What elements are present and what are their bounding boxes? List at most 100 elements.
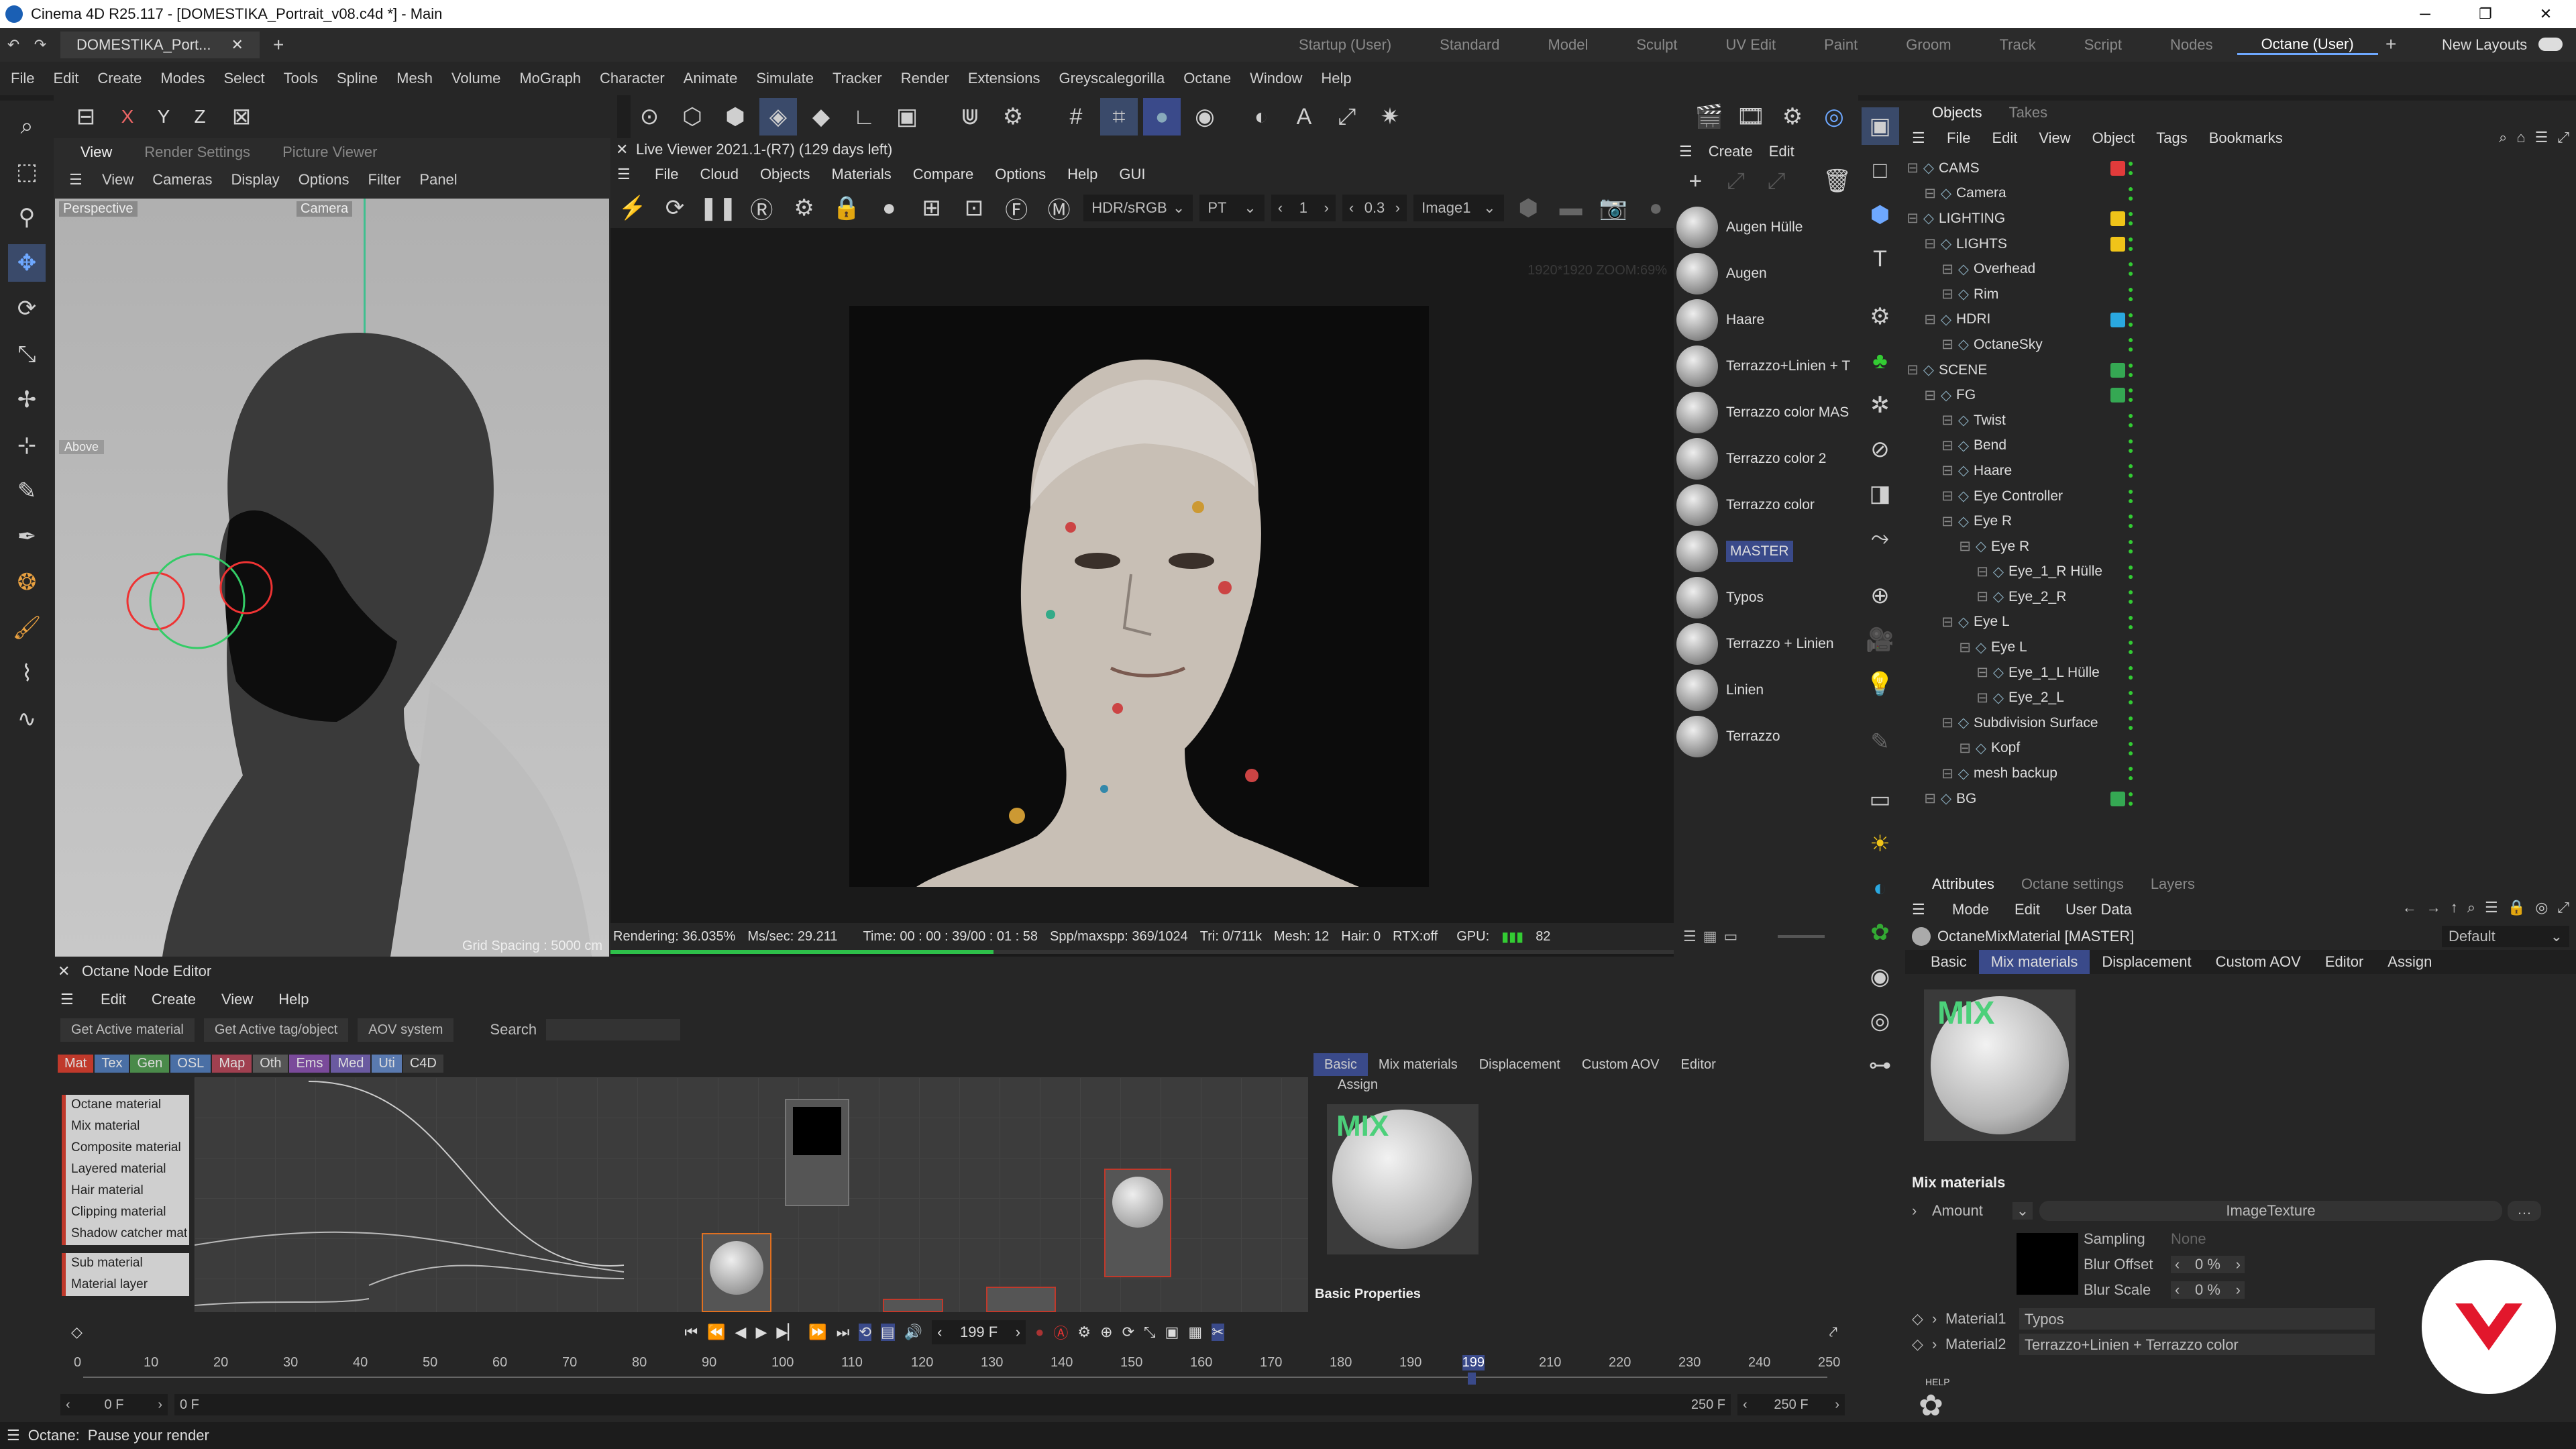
more-button[interactable]: … [2508, 1201, 2541, 1221]
visibility-dots[interactable]: ● ● [2128, 360, 2133, 379]
send-scene-icon[interactable]: ⚡ [614, 189, 650, 227]
visibility-dots[interactable]: ● ● [2128, 461, 2133, 480]
menu-extensions[interactable]: Extensions [959, 70, 1050, 87]
grid-snap-icon[interactable]: # [1057, 98, 1095, 136]
add-layout-icon[interactable]: + [2385, 34, 2396, 55]
material-menu-create[interactable]: Create [1709, 143, 1753, 160]
generator-icon[interactable]: ⚙ [1862, 298, 1899, 335]
layer-color[interactable] [2110, 211, 2125, 227]
expand-icon[interactable]: ⤢ [2557, 129, 2569, 146]
menu-character[interactable]: Character [590, 70, 674, 87]
viewport-menu-panel[interactable]: Panel [410, 171, 466, 189]
layer-color[interactable] [2110, 690, 2125, 705]
axis-z[interactable]: Z [186, 106, 213, 127]
sphere-icon[interactable]: ◐ [1242, 98, 1280, 136]
node-tab-1[interactable]: Mix materials [1368, 1053, 1468, 1076]
attribute-subtab-2[interactable]: Displacement [2090, 950, 2203, 974]
node-category-map[interactable]: Map [212, 1054, 252, 1073]
solo-icon[interactable]: ▣ [888, 98, 926, 136]
material-item[interactable]: Terrazzo+Linien + T [1674, 343, 1855, 389]
help-label[interactable]: HELP [1925, 1377, 1950, 1387]
big-view-icon[interactable]: ▭ [1724, 928, 1738, 945]
viewport-menu-options[interactable]: Options [289, 171, 359, 189]
search-input[interactable] [546, 1019, 681, 1040]
tree-expand-icon[interactable]: ⊟ [1905, 790, 1936, 807]
object-row[interactable]: ⊟ ◇ Overhead ● ● [1905, 256, 2576, 282]
tree-expand-icon[interactable]: ⊟ [1905, 286, 1953, 303]
object-row[interactable]: ⊟ ◇ Eye_1_L Hülle ● ● [1905, 660, 2576, 686]
first-frame-icon[interactable]: ⏮ [684, 1324, 698, 1341]
menu-volume[interactable]: Volume [442, 70, 510, 87]
sculpt-icon[interactable]: ⌇ [8, 655, 46, 692]
node-graph[interactable] [195, 1077, 1308, 1312]
tree-expand-icon[interactable]: ⊟ [1905, 362, 1919, 378]
frame-field[interactable]: ‹ 199 F › [932, 1320, 1026, 1344]
visibility-dots[interactable]: ● ● [2128, 486, 2133, 505]
layer-color[interactable] [2110, 665, 2125, 680]
close-tab-icon[interactable]: ✕ [231, 36, 244, 54]
node-list-item[interactable]: Clipping material [62, 1202, 189, 1224]
node-list-item[interactable]: Material layer [62, 1275, 189, 1296]
live-viewer-icon[interactable]: ▣ [1861, 107, 1899, 145]
polygons-icon[interactable]: ⬢ [716, 98, 754, 136]
viewport-menu-filter[interactable]: Filter [359, 171, 411, 189]
square-icon[interactable]: □ [1862, 152, 1899, 189]
colorspace-select[interactable]: HDR/sRGB ⌄ [1083, 195, 1193, 221]
attribute-menu-1[interactable]: Edit [2005, 901, 2049, 918]
layout-tab-10[interactable]: Octane (User) [2237, 36, 2378, 55]
lock-icon[interactable]: ● [1143, 98, 1181, 136]
layout-tab-4[interactable]: UV Edit [1702, 36, 1801, 54]
layout-tab-9[interactable]: Nodes [2146, 36, 2237, 54]
hamburger-icon[interactable]: ☰ [59, 171, 93, 189]
timeline-ruler[interactable]: 0 10 20 30 40 50 60 70 80 90 100 110 120 130 140 150 160… [74, 1355, 1840, 1386]
layout-tab-5[interactable]: Paint [1800, 36, 1882, 54]
node-category-c4d[interactable]: C4D [402, 1054, 443, 1073]
camera-tool-icon[interactable]: 🎥 [1862, 621, 1899, 659]
sun-icon[interactable]: ☀ [1862, 825, 1899, 863]
visibility-dots[interactable]: ● ● [2128, 184, 2133, 203]
undo-icon[interactable]: ↶ [0, 36, 27, 54]
attribute-tab-2[interactable]: Layers [2137, 875, 2208, 893]
auto-key-icon[interactable]: Ⓐ [1053, 1322, 1068, 1343]
node-list-item[interactable]: Mix material [62, 1116, 189, 1138]
menu-animate[interactable]: Animate [674, 70, 747, 87]
gear-icon[interactable]: ⚙ [994, 98, 1032, 136]
hamburger-icon[interactable]: ☰ [1912, 901, 1936, 918]
live-select-icon[interactable]: ⚲ [8, 199, 46, 236]
visibility-dots[interactable]: ● ● [2128, 158, 2133, 177]
model-icon[interactable]: ◆ [802, 98, 840, 136]
layout-toggle[interactable] [2538, 38, 2563, 51]
minimize-button[interactable]: ─ [2395, 5, 2455, 23]
visibility-dots[interactable]: ● ● [2128, 511, 2133, 530]
material2-field[interactable]: Terrazzo+Linien + Terrazzo color [2019, 1334, 2375, 1355]
live-menu-materials[interactable]: Materials [821, 166, 902, 183]
object-row[interactable]: ⊟ ◇ LIGHTING ● ● [1905, 206, 2576, 231]
node-button-1[interactable]: Get Active tag/object [203, 1018, 349, 1042]
node-menu-help[interactable]: Help [269, 991, 318, 1008]
layer-color[interactable] [2110, 741, 2125, 756]
object-menu-object[interactable]: Object [2082, 129, 2146, 147]
material-item[interactable]: Typos [1674, 574, 1855, 621]
diamond-icon[interactable]: ◇ [1912, 1310, 1932, 1328]
node-list-item[interactable]: Octane material [62, 1095, 189, 1116]
visibility-dots[interactable]: ● ● [2128, 234, 2133, 253]
chevron-right-icon[interactable]: › [1932, 1336, 1945, 1353]
node-category-ems[interactable]: Ems [289, 1054, 330, 1073]
tree-expand-icon[interactable]: ⊟ [1905, 614, 1953, 631]
visibility-dots[interactable]: ● ● [2128, 688, 2133, 706]
layer-color[interactable] [2110, 287, 2125, 302]
render-region-icon[interactable]: ◉ [1186, 98, 1224, 136]
layer-color[interactable] [2110, 312, 2125, 327]
knife-icon[interactable]: ✎ [8, 472, 46, 510]
menu-select[interactable]: Select [214, 70, 274, 87]
small-node[interactable] [986, 1287, 1056, 1312]
material-item[interactable]: Augen Hülle [1674, 204, 1855, 250]
layer-color[interactable] [2110, 716, 2125, 731]
search-icon[interactable]: ⌕ [2467, 899, 2475, 916]
chevron-down-icon[interactable]: ⌄ [2012, 1202, 2033, 1220]
layout-tab-7[interactable]: Track [1976, 36, 2060, 54]
object-menu-edit[interactable]: Edit [1981, 129, 2028, 147]
live-menu-gui[interactable]: GUI [1108, 166, 1156, 183]
object-menu-view[interactable]: View [2028, 129, 2081, 147]
tree-expand-icon[interactable]: ⊟ [1905, 160, 1919, 176]
